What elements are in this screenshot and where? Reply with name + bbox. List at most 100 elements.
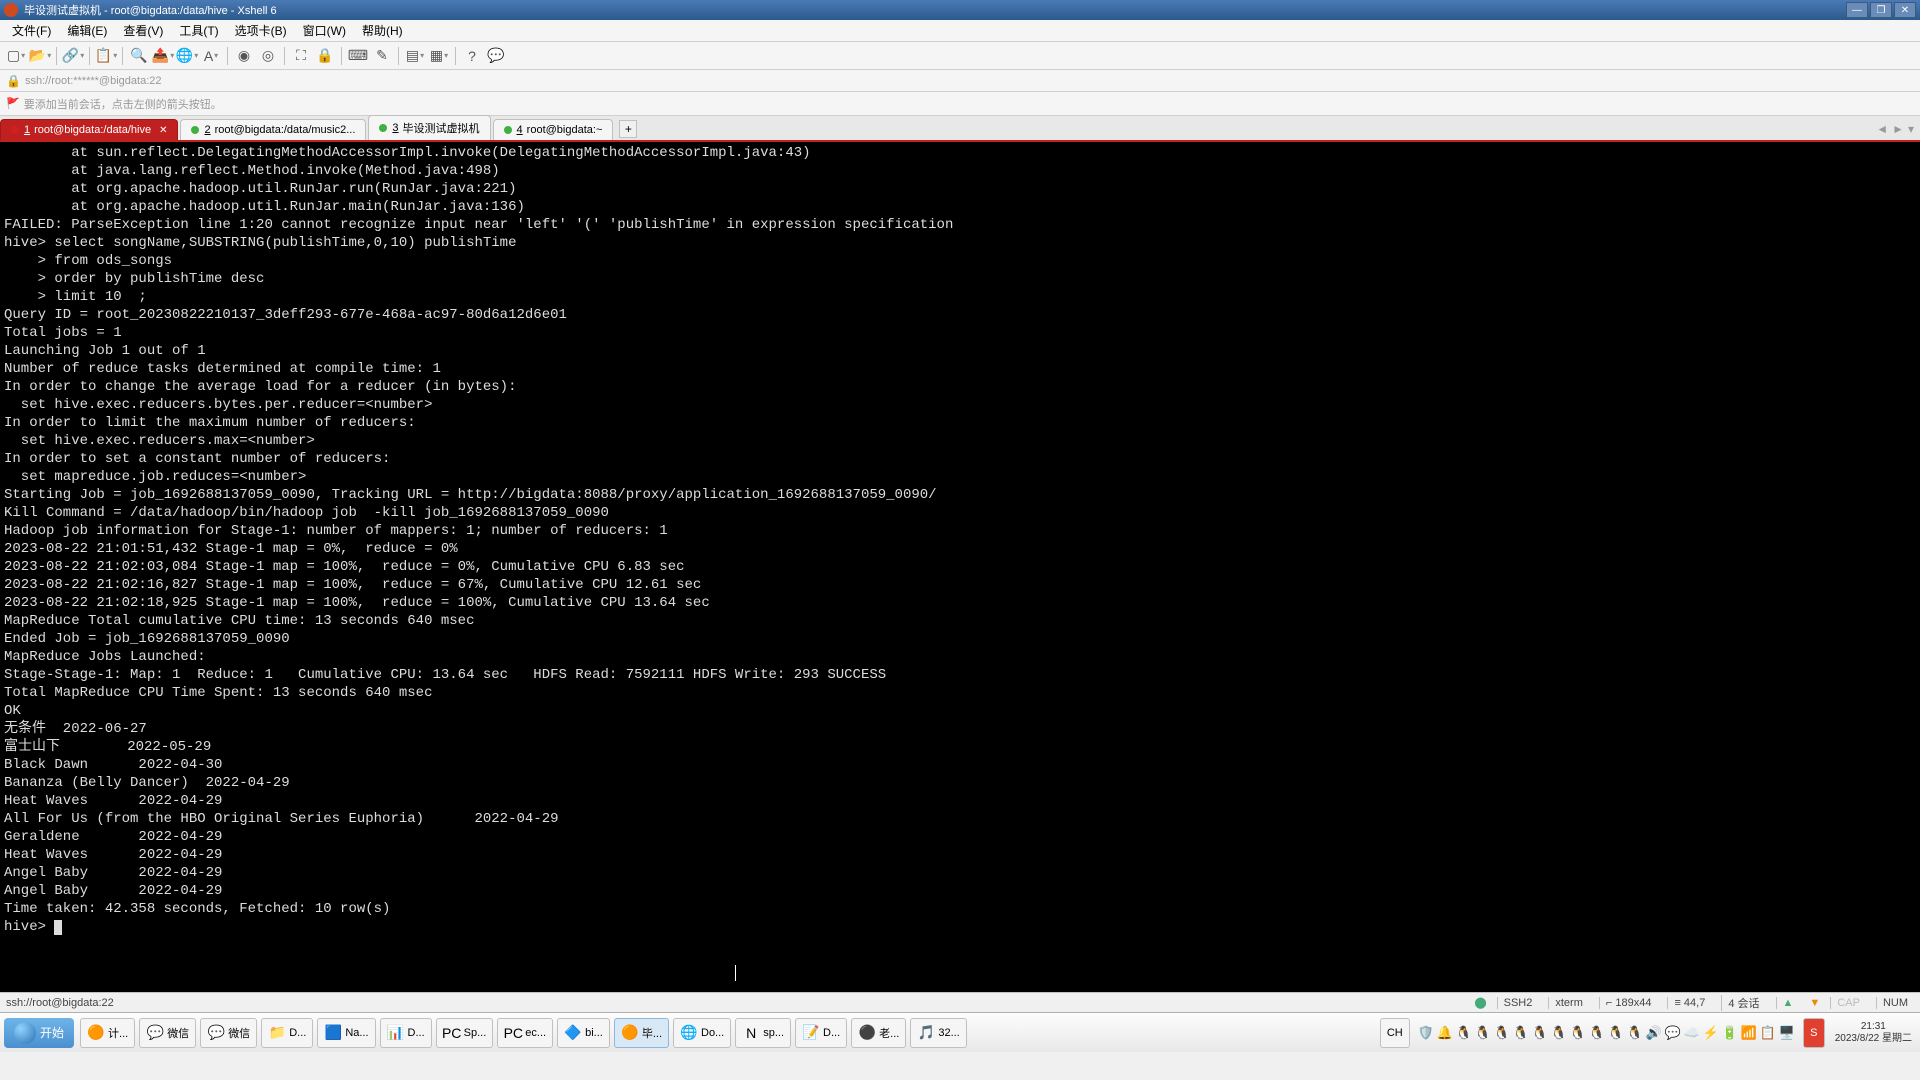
task-label: Sp... bbox=[464, 1027, 487, 1039]
taskbar-item[interactable]: 🌐Do... bbox=[673, 1018, 731, 1048]
ime-indicator[interactable]: S bbox=[1803, 1018, 1825, 1048]
tray-icon[interactable]: 🐧 bbox=[1589, 1025, 1605, 1041]
taskbar-item[interactable]: 🔷bi... bbox=[557, 1018, 610, 1048]
app-icon: 🟠 bbox=[87, 1024, 105, 1042]
tab-next-icon[interactable]: ► bbox=[1892, 122, 1904, 136]
session-tab[interactable]: 2root@bigdata:/data/music2... bbox=[180, 119, 366, 140]
tray-icon[interactable]: 📶 bbox=[1741, 1025, 1757, 1041]
address-text[interactable]: ssh://root:******@bigdata:22 bbox=[25, 75, 162, 87]
taskbar: 开始 🟠计...💬微信💬微信📁D...🟦Na...📊D...PCSp...PCe… bbox=[0, 1012, 1920, 1052]
layout1-button[interactable]: ▤ bbox=[405, 46, 425, 66]
maximize-button[interactable]: ❐ bbox=[1870, 2, 1892, 18]
start-button[interactable]: 开始 bbox=[4, 1018, 74, 1048]
clock[interactable]: 21:31 2023/8/22 星期二 bbox=[1827, 1021, 1920, 1045]
close-button[interactable]: ✕ bbox=[1894, 2, 1916, 18]
taskbar-item[interactable]: ⚫老... bbox=[851, 1018, 906, 1048]
tray-icon[interactable]: 🐧 bbox=[1608, 1025, 1624, 1041]
tab-list-icon[interactable]: ▾ bbox=[1908, 122, 1914, 136]
font-button[interactable]: A bbox=[201, 46, 221, 66]
taskbar-item[interactable]: 📝D... bbox=[795, 1018, 847, 1048]
lang-indicator[interactable]: CH bbox=[1380, 1018, 1410, 1048]
tool1-button[interactable]: ◉ bbox=[234, 46, 254, 66]
reconnect-button[interactable]: 🔗 bbox=[63, 46, 83, 66]
taskbar-item[interactable]: 🟦Na... bbox=[317, 1018, 375, 1048]
session-tab[interactable]: 4root@bigdata:~ bbox=[493, 119, 614, 140]
taskbar-item[interactable]: 💬微信 bbox=[200, 1018, 257, 1048]
lock-button[interactable]: 🔒 bbox=[315, 46, 335, 66]
task-label: 老... bbox=[879, 1025, 899, 1041]
tray-icon[interactable]: 🖥️ bbox=[1779, 1025, 1795, 1041]
tray-icon[interactable]: 📋 bbox=[1760, 1025, 1776, 1041]
tray-icon[interactable]: 🐧 bbox=[1532, 1025, 1548, 1041]
tray-icon[interactable]: 🐧 bbox=[1456, 1025, 1472, 1041]
minimize-button[interactable]: — bbox=[1846, 2, 1868, 18]
transfer-button[interactable]: 📤 bbox=[153, 46, 173, 66]
taskbar-item[interactable]: PCSp... bbox=[436, 1018, 494, 1048]
taskbar-item[interactable]: 📁D... bbox=[261, 1018, 313, 1048]
tab-prev-icon[interactable]: ◄ bbox=[1876, 122, 1888, 136]
nav-down-icon[interactable]: ▼ bbox=[1809, 997, 1820, 1009]
tray-icon[interactable]: 🐧 bbox=[1475, 1025, 1491, 1041]
task-label: D... bbox=[289, 1027, 306, 1039]
tab-close-icon[interactable]: ✕ bbox=[159, 125, 167, 136]
menu-item[interactable]: 编辑(E) bbox=[59, 20, 115, 41]
taskbar-item[interactable]: Nsp... bbox=[735, 1018, 791, 1048]
app-icon: 🟦 bbox=[324, 1024, 342, 1042]
tray-icon[interactable]: 🐧 bbox=[1513, 1025, 1529, 1041]
tray-icon[interactable]: 🛡️ bbox=[1418, 1025, 1434, 1041]
tool2-button[interactable]: ◎ bbox=[258, 46, 278, 66]
search-button[interactable]: 🔍 bbox=[129, 46, 149, 66]
tab-number: 3 bbox=[392, 122, 398, 134]
statusbar: ssh://root@bigdata:22 ⬤ SSH2 xterm ⌐ 189… bbox=[0, 992, 1920, 1012]
taskbar-item[interactable]: 📊D... bbox=[380, 1018, 432, 1048]
taskbar-item[interactable]: PCec... bbox=[497, 1018, 553, 1048]
separator bbox=[227, 47, 228, 65]
tray-icon[interactable]: 🐧 bbox=[1494, 1025, 1510, 1041]
fullscreen-button[interactable]: ⛶ bbox=[291, 46, 311, 66]
menu-item[interactable]: 文件(F) bbox=[4, 20, 59, 41]
terminal[interactable]: at sun.reflect.DelegatingMethodAccessorI… bbox=[0, 142, 1920, 992]
help-button[interactable]: ? bbox=[462, 46, 482, 66]
menu-item[interactable]: 工具(T) bbox=[171, 20, 226, 41]
tray-icon[interactable]: 💬 bbox=[1665, 1025, 1681, 1041]
task-label: 计... bbox=[108, 1025, 128, 1041]
taskbar-item[interactable]: 🟠计... bbox=[80, 1018, 135, 1048]
taskbar-item[interactable]: 🎵32... bbox=[910, 1018, 966, 1048]
app-icon: PC bbox=[443, 1024, 461, 1042]
tray-icon[interactable]: 🔊 bbox=[1646, 1025, 1662, 1041]
tray-icon[interactable]: ☁️ bbox=[1684, 1025, 1700, 1041]
task-label: D... bbox=[408, 1027, 425, 1039]
ssh-indicator: ⬤ bbox=[1474, 996, 1486, 1009]
tray-icon[interactable]: 🐧 bbox=[1627, 1025, 1643, 1041]
app-icon: 🌐 bbox=[680, 1024, 698, 1042]
add-tab-button[interactable]: + bbox=[619, 120, 637, 138]
nav-up-icon[interactable]: ▲ bbox=[1776, 997, 1800, 1009]
menu-item[interactable]: 帮助(H) bbox=[354, 20, 411, 41]
menu-item[interactable]: 查看(V) bbox=[115, 20, 171, 41]
tray-icon[interactable]: 🔔 bbox=[1437, 1025, 1453, 1041]
task-label: 微信 bbox=[167, 1025, 189, 1041]
session-tab[interactable]: 1root@bigdata:/data/hive✕ bbox=[0, 119, 178, 140]
tray-icon[interactable]: 🔋 bbox=[1722, 1025, 1738, 1041]
open-button[interactable]: 📂 bbox=[30, 46, 50, 66]
session-tab[interactable]: 3毕设测试虚拟机 bbox=[368, 115, 490, 140]
new-session-button[interactable]: ▢ bbox=[6, 46, 26, 66]
edit-button[interactable]: ✎ bbox=[372, 46, 392, 66]
layout2-button[interactable]: ▦ bbox=[429, 46, 449, 66]
chat-button[interactable]: 💬 bbox=[486, 46, 506, 66]
globe-button[interactable]: 🌐 bbox=[177, 46, 197, 66]
taskbar-item[interactable]: 💬微信 bbox=[139, 1018, 196, 1048]
tray-icon[interactable]: 🐧 bbox=[1551, 1025, 1567, 1041]
tray-icon[interactable]: ⚡ bbox=[1703, 1025, 1719, 1041]
keyboard-button[interactable]: ⌨ bbox=[348, 46, 368, 66]
status-connection: ssh://root@bigdata:22 bbox=[6, 997, 1474, 1009]
app-icon bbox=[4, 3, 18, 17]
menu-item[interactable]: 选项卡(B) bbox=[227, 20, 295, 41]
status-term: xterm bbox=[1548, 997, 1589, 1009]
tray-icon[interactable]: 🐧 bbox=[1570, 1025, 1586, 1041]
separator bbox=[89, 47, 90, 65]
copy-button[interactable]: 📋 bbox=[96, 46, 116, 66]
taskbar-item[interactable]: 🟠毕... bbox=[614, 1018, 669, 1048]
flag-icon: 🚩 bbox=[6, 97, 20, 110]
menu-item[interactable]: 窗口(W) bbox=[295, 20, 354, 41]
